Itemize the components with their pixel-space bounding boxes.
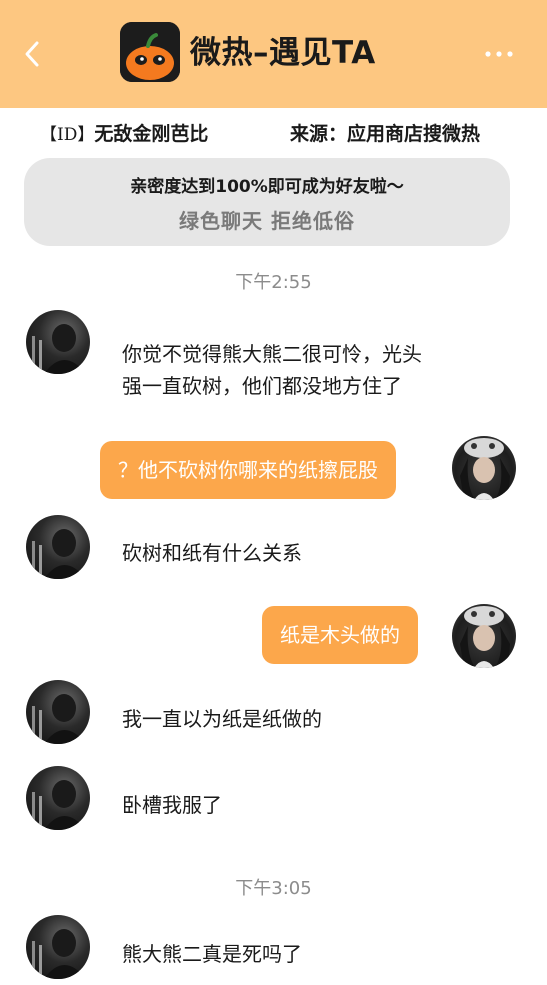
message-text: 砍树和纸有什么关系 <box>122 541 302 565</box>
user-id: 【ID】无敌金刚芭比 <box>40 119 208 146</box>
more-dots-icon[interactable] <box>484 50 514 58</box>
avatar[interactable] <box>452 436 516 500</box>
message-line: 你觉不觉得熊大熊二很可怜，光头 <box>122 342 422 366</box>
chevron-left-icon[interactable] <box>24 40 40 68</box>
message-line: 强一直砍树，他们都没地方住了 <box>122 374 402 398</box>
outgoing-message-bubble: 纸是木头做的 <box>262 606 418 664</box>
message-text: 卧槽我服了 <box>122 793 222 817</box>
message-text: 熊大熊二真是死吗了 <box>122 942 302 966</box>
user-info-bar: 【ID】无敌金刚芭比 来源：应用商店搜微热 <box>0 113 547 149</box>
timestamp: 下午3:05 <box>235 878 312 899</box>
avatar[interactable] <box>26 515 90 579</box>
timestamp: 下午2:55 <box>235 272 312 293</box>
message-text: 我一直以为纸是纸做的 <box>122 707 322 731</box>
notice-subtext: 绿色聊天 拒绝低俗 <box>179 209 355 233</box>
id-tag: 【ID】 <box>40 125 95 145</box>
back-button[interactable] <box>16 36 48 72</box>
avatar[interactable] <box>26 310 90 374</box>
notice-text: 亲密度达到100%即可成为好友啦～ <box>130 177 404 197</box>
avatar[interactable] <box>26 915 90 979</box>
pumpkin-logo-icon <box>120 22 180 82</box>
page-title: 微热–遇见TA <box>190 35 376 71</box>
intimacy-notice: 亲密度达到100%即可成为好友啦～ 绿色聊天 拒绝低俗 <box>24 158 510 246</box>
more-button[interactable] <box>481 40 517 68</box>
avatar[interactable] <box>26 680 90 744</box>
top-header: 微热–遇见TA <box>0 0 547 108</box>
username: 无敌金刚芭比 <box>94 123 209 145</box>
source-label: 来源：应用商店搜微热 <box>290 123 481 145</box>
avatar[interactable] <box>26 766 90 830</box>
avatar[interactable] <box>452 604 516 668</box>
message-text: 你觉不觉得熊大熊二很可怜，光头 强一直砍树，他们都没地方住了 <box>122 338 422 402</box>
outgoing-message-bubble: ？他不砍树你哪来的纸擦屁股 <box>100 441 396 499</box>
